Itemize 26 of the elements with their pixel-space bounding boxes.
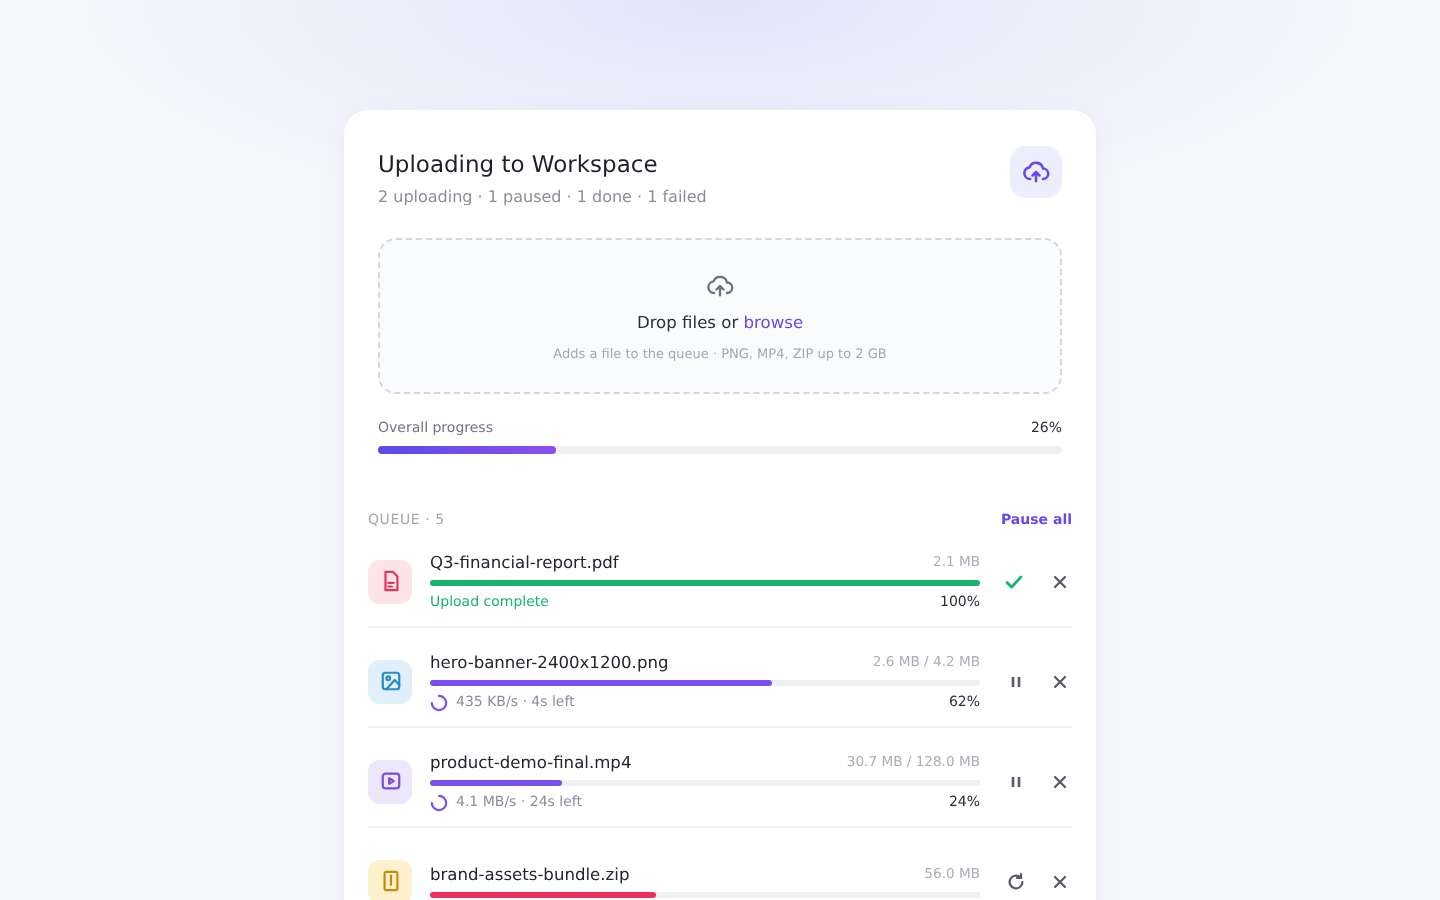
file-name: hero-banner-2400x1200.png: [430, 651, 669, 671]
file-type-icon: [368, 859, 412, 900]
status-summary: 2 uploading · 1 paused · 1 done · 1 failed: [378, 188, 707, 206]
browse-link[interactable]: browse: [743, 311, 804, 331]
card-title: Uploading to Workspace: [378, 150, 660, 178]
close-icon: [1052, 673, 1068, 689]
retry-button[interactable]: [1004, 869, 1028, 893]
retry-icon: [1006, 871, 1026, 891]
spinner-icon: [430, 793, 448, 811]
file-name: Q3-financial-report.pdf: [430, 552, 619, 572]
close-icon: [1052, 573, 1068, 589]
check-icon: [1004, 571, 1024, 591]
file-name: brand-assets-bundle.zip: [430, 864, 630, 884]
cloud-upload-icon: [1022, 158, 1050, 186]
file-type-icon: [368, 559, 412, 603]
cloud-upload-icon: [706, 271, 734, 299]
close-icon: [1052, 773, 1068, 789]
close-icon: [1052, 873, 1068, 889]
file-name: product-demo-final.mp4: [430, 751, 632, 771]
pause-icon: [1008, 673, 1024, 689]
drop-text: Drop files or: [636, 311, 741, 331]
file-type-icon: [368, 759, 412, 803]
upload-button[interactable]: [1010, 146, 1062, 198]
file-type-icon: [368, 659, 412, 703]
pause-icon: [1008, 773, 1024, 789]
spinner-icon: [430, 693, 448, 711]
